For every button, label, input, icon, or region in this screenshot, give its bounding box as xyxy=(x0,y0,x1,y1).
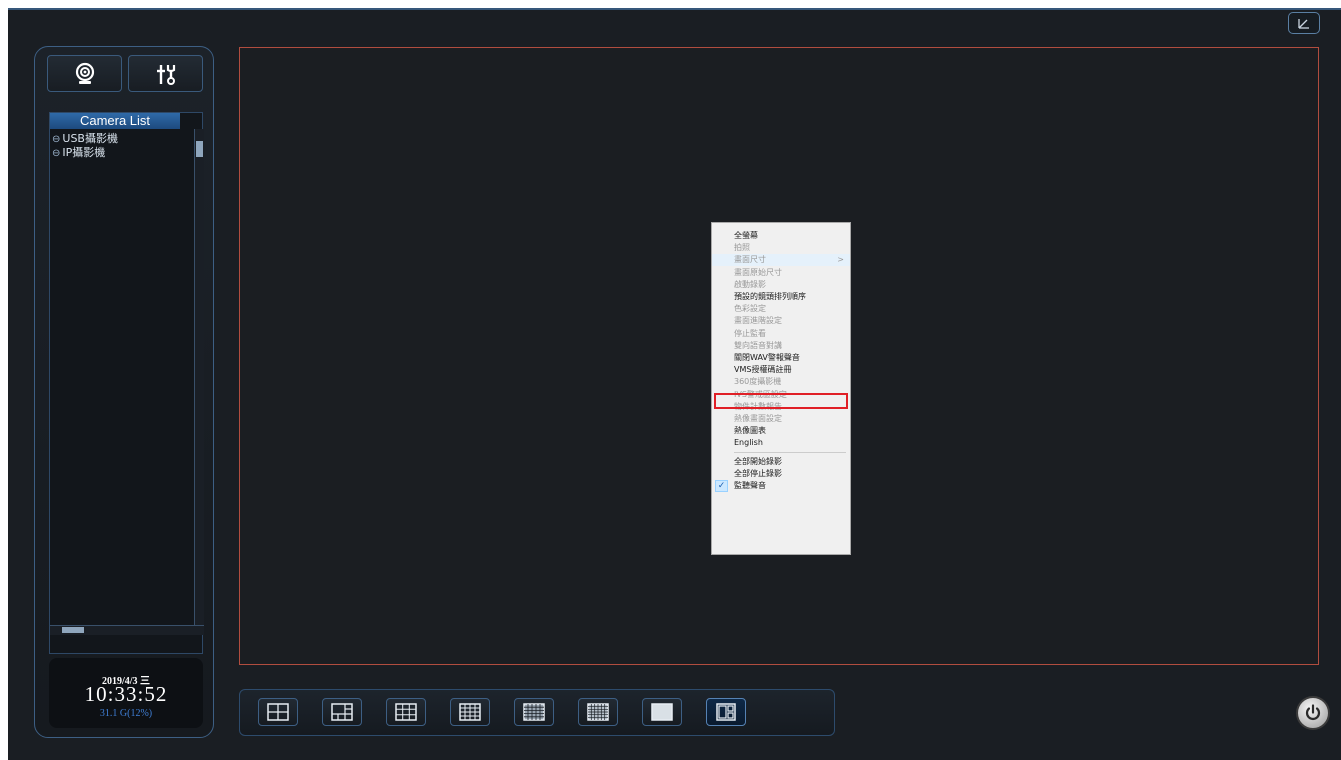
menu-item-label: 熱像畫面設定 xyxy=(734,414,782,423)
menu-item-label: 關閉WAV警報聲音 xyxy=(734,353,800,362)
layout-custom-button[interactable] xyxy=(706,698,746,726)
menu-item-label: 畫面原始尺寸 xyxy=(734,267,782,277)
power-button[interactable] xyxy=(1296,696,1330,730)
menu-item-label: 熱像圖表 xyxy=(734,426,766,436)
webcam-icon xyxy=(75,62,94,84)
menu-item-color-settings[interactable]: 色彩設定 xyxy=(712,303,850,315)
grid-5x5-icon xyxy=(523,703,545,721)
grid-4x4-icon xyxy=(459,703,481,721)
menu-item-monitor-audio[interactable]: ✓ 監聽聲音 xyxy=(712,480,850,493)
menu-separator xyxy=(734,452,846,453)
menu-item-label: 監聽聲音 xyxy=(734,481,766,491)
menu-item-label: 全部停止錄影 xyxy=(734,469,782,479)
scrollbar-thumb[interactable] xyxy=(62,627,84,633)
camera-list-panel: Camera List ⊖ USB攝影機 ⊖ IP攝影機 xyxy=(49,112,204,654)
restore-window-button[interactable] xyxy=(1288,12,1320,34)
menu-item-two-way-audio[interactable]: 雙向語音對講 xyxy=(712,340,850,352)
camera-view-button[interactable] xyxy=(47,55,122,92)
menu-item-360-camera[interactable]: 360度攝影機 xyxy=(712,376,850,388)
power-icon xyxy=(1305,704,1321,720)
vertical-scrollbar[interactable] xyxy=(194,129,204,625)
menu-item-start-all-recording[interactable]: 全部開始錄影 xyxy=(712,456,850,468)
menu-item-label: English xyxy=(734,438,763,448)
layout-5x5-button[interactable] xyxy=(514,698,554,726)
layout-8x8-button[interactable] xyxy=(642,698,682,726)
menu-item-stop-all-recording[interactable]: 全部停止錄影 xyxy=(712,468,850,480)
grid-8x8-icon xyxy=(651,703,673,721)
menu-item-english[interactable]: English xyxy=(712,437,850,449)
restore-window-icon xyxy=(1298,19,1309,29)
menu-item-advanced-settings[interactable]: 畫面進階設定 xyxy=(712,315,850,327)
menu-item-label: 畫面進階設定 xyxy=(734,316,782,326)
settings-button[interactable] xyxy=(128,55,203,92)
menu-item-original-size[interactable]: 畫面原始尺寸 xyxy=(712,267,850,279)
menu-item-label: 全部開始錄影 xyxy=(734,457,782,466)
menu-item-label: 色彩設定 xyxy=(734,304,766,314)
grid-1-plus-3-icon xyxy=(331,703,353,721)
menu-item-screen-size[interactable]: 畫面尺寸 > xyxy=(712,254,850,267)
app-window: Camera List ⊖ USB攝影機 ⊖ IP攝影機 2019/4/3 三 10… xyxy=(8,8,1341,760)
layout-1-plus-3-button[interactable] xyxy=(322,698,362,726)
layout-6x6-button[interactable] xyxy=(578,698,618,726)
disk-usage: 31.1 G(12%) xyxy=(99,708,153,719)
menu-item-default-camera-order[interactable]: 預設的鏡頭排列順序 xyxy=(712,291,850,303)
camera-list-title: Camera List xyxy=(50,113,180,129)
menu-item-label: 停止監看 xyxy=(734,328,766,338)
menu-item-label: 物件計數報告 xyxy=(734,401,782,411)
sidebar: Camera List ⊖ USB攝影機 ⊖ IP攝影機 2019/4/3 三 10… xyxy=(34,46,214,738)
scrollbar-thumb[interactable] xyxy=(196,141,203,157)
submenu-arrow-icon: > xyxy=(837,255,844,265)
menu-item-label: 啟動錄影 xyxy=(734,279,766,289)
grid-6x6-icon xyxy=(587,703,609,721)
menu-item-label: 全螢幕 xyxy=(734,231,758,240)
menu-item-label: 拍照 xyxy=(734,243,750,253)
tools-icon xyxy=(156,64,175,85)
tree-item-label: IP攝影機 xyxy=(62,146,106,159)
menu-item-fullscreen[interactable]: 全螢幕 xyxy=(712,230,850,242)
menu-item-object-count-report[interactable]: 物件計數報告 xyxy=(712,401,850,413)
menu-item-thermal-chart[interactable]: 熱像圖表 xyxy=(712,425,850,437)
layout-3x3-button[interactable] xyxy=(386,698,426,726)
menu-item-start-recording[interactable]: 啟動錄影 xyxy=(712,279,850,291)
menu-item-label: 雙向語音對講 xyxy=(734,340,782,350)
title-bar-line xyxy=(8,8,1341,10)
context-menu: 全螢幕 拍照 畫面尺寸 > 畫面原始尺寸 啟動錄影 預設的鏡頭排列順序 色彩設定 … xyxy=(711,222,851,555)
layout-toolbar xyxy=(239,689,835,736)
grid-2x2-icon xyxy=(267,703,289,721)
menu-item-label: IVS警戒區設定 xyxy=(734,389,787,399)
menu-item-wav-alarm-off[interactable]: 關閉WAV警報聲音 xyxy=(712,352,850,364)
layout-2x2-button[interactable] xyxy=(258,698,298,726)
custom-layout-icon xyxy=(716,703,736,721)
horizontal-scrollbar[interactable] xyxy=(50,625,204,635)
menu-item-label: 360度攝影機 xyxy=(734,377,782,387)
grid-3x3-icon xyxy=(395,703,417,721)
checkmark-icon: ✓ xyxy=(715,480,728,493)
collapse-circle-icon[interactable]: ⊖ xyxy=(52,148,60,159)
menu-item-label: 畫面尺寸 xyxy=(734,255,766,265)
clock-panel: 2019/4/3 三 10:33:52 31.1 G(12%) xyxy=(49,658,203,728)
menu-item-vms-license-registration[interactable]: VMS授權碼註冊 xyxy=(712,364,850,376)
menu-item-thermal-settings[interactable]: 熱像畫面設定 xyxy=(712,413,850,425)
tree-item-ip-camera[interactable]: ⊖ IP攝影機 xyxy=(52,144,105,160)
layout-4x4-button[interactable] xyxy=(450,698,490,726)
menu-item-snapshot[interactable]: 拍照 xyxy=(712,242,850,254)
menu-item-label: 預設的鏡頭排列順序 xyxy=(734,292,806,301)
menu-item-stop-monitoring[interactable]: 停止監看 xyxy=(712,328,850,340)
menu-item-ivs-zone-settings[interactable]: IVS警戒區設定 xyxy=(712,389,850,401)
menu-item-label: VMS授權碼註冊 xyxy=(734,365,792,375)
time-display: 10:33:52 xyxy=(84,682,168,706)
